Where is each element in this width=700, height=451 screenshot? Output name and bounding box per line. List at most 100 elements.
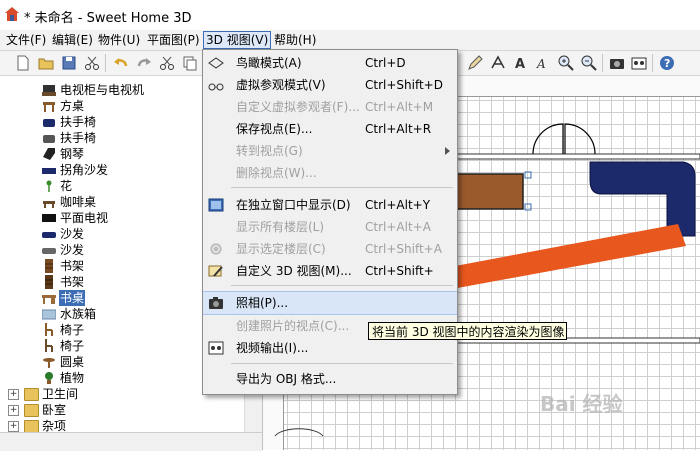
- menu-edit[interactable]: 编辑(E): [50, 32, 95, 48]
- corner-sofa-icon: [42, 168, 56, 174]
- svg-text:A: A: [536, 57, 546, 71]
- undo-icon[interactable]: [112, 54, 130, 72]
- menu-item-modify-3d-view[interactable]: 自定义 3D 视图(M)... Ctrl+Shift+: [203, 260, 457, 282]
- cut-icon[interactable]: [158, 54, 176, 72]
- menu-item-store-point-of-view[interactable]: 保存视点(E)... Ctrl+Alt+R: [203, 118, 457, 140]
- svg-text:?: ?: [664, 57, 670, 70]
- new-file-icon[interactable]: [14, 54, 32, 72]
- menu-bar: 文件(F) 编辑(E) 物件(U) 平面图(P) 3D 视图(V) 帮助(H): [0, 30, 700, 51]
- stair-icon: [274, 428, 324, 437]
- door-icon[interactable]: [532, 123, 596, 155]
- menu-item-label: 创建照片的视点(C)...: [236, 319, 350, 333]
- desk-furniture[interactable]: [450, 173, 524, 210]
- menu-item-label: 视频输出(I)...: [236, 341, 309, 355]
- menu-item-label: 自定义 3D 视图(M)...: [236, 264, 352, 278]
- catalog-category-bedroom[interactable]: + 卧室: [0, 402, 244, 418]
- pencil-icon[interactable]: [466, 54, 484, 72]
- window-title: * 未命名 - Sweet Home 3D: [24, 11, 192, 26]
- resize-handle[interactable]: [524, 203, 532, 211]
- armchair-icon: [43, 119, 55, 127]
- menu-item-label: 鸟瞰模式(A): [236, 56, 302, 70]
- tv-cabinet-icon: [42, 85, 56, 96]
- menu-item-label: 导出为 OBJ 格式...: [236, 372, 337, 386]
- catalog-item-label: 椅子: [60, 339, 85, 353]
- chair-icon: [45, 339, 53, 352]
- catalog-item-label: 咖啡桌: [60, 195, 97, 209]
- menu-item-label: 删除视点(W)...: [236, 166, 317, 180]
- virtual-visit-icon: [208, 83, 224, 91]
- shortcut-label: Ctrl+Alt+Y: [365, 198, 431, 212]
- menu-item-virtual-visit[interactable]: 虚拟参观模式(V) Ctrl+Shift+D: [203, 74, 457, 96]
- sofa-icon: [42, 248, 56, 254]
- menu-item-delete-points-of-view[interactable]: 删除视点(W)...: [203, 162, 457, 184]
- menu-item-label: 转到视点(G): [236, 144, 303, 158]
- camera-icon[interactable]: [608, 54, 626, 72]
- catalog-item-label: 扶手椅: [60, 131, 97, 145]
- baidu-watermark: Bai 经验: [540, 392, 623, 416]
- save-icon[interactable]: [60, 54, 78, 72]
- camera-icon: [209, 297, 223, 309]
- menu-item-label: 照相(P)...: [236, 296, 289, 310]
- open-folder-icon[interactable]: [37, 54, 55, 72]
- catalog-item-label: 电视柜与电视机: [60, 83, 145, 97]
- menu-3d-view[interactable]: 3D 视图(V): [203, 31, 272, 49]
- expand-icon[interactable]: +: [8, 405, 19, 416]
- text-size-icon[interactable]: A: [535, 54, 553, 72]
- menu-item-create-photo[interactable]: 照相(P)...: [203, 291, 457, 315]
- copy-icon[interactable]: [181, 54, 199, 72]
- menu-separator: [231, 187, 453, 188]
- modify-3d-icon: [208, 265, 223, 277]
- catalog-item-label: 扶手椅: [60, 115, 97, 129]
- catalog-item-label: 拐角沙发: [60, 163, 109, 177]
- expand-icon[interactable]: +: [8, 421, 19, 432]
- menu-separator: [231, 285, 453, 286]
- sweet-home-3d-app-icon[interactable]: [4, 6, 20, 22]
- menu-item-export-obj[interactable]: 导出为 OBJ 格式...: [203, 368, 457, 390]
- dimension-icon[interactable]: [489, 54, 507, 72]
- selected-level-icon: [210, 243, 222, 255]
- menu-item-display-all-levels[interactable]: 显示所有楼层(L) Ctrl+Alt+A: [203, 216, 457, 238]
- 3d-view-menu: 鸟瞰模式(A) Ctrl+D 虚拟参观模式(V) Ctrl+Shift+D 自定…: [202, 49, 458, 395]
- cut-icon[interactable]: [83, 54, 101, 72]
- bookshelf-icon: [45, 275, 53, 289]
- menu-item-label: 显示选定楼层(C): [236, 242, 326, 256]
- catalog-item-label: 钢琴: [60, 147, 85, 161]
- menu-item-display-in-separate-window[interactable]: 在独立窗口中显示(D) Ctrl+Alt+Y: [203, 194, 457, 216]
- shortcut-label: Ctrl+Alt+M: [365, 100, 434, 114]
- redo-icon[interactable]: [135, 54, 153, 72]
- toolbar-separator: [652, 54, 653, 72]
- catalog-item-label: 植物: [60, 371, 85, 385]
- menu-item-label: 显示所有楼层(L): [236, 220, 325, 234]
- menu-item-modify-visitor[interactable]: 自定义虚拟参观者(F)... Ctrl+Alt+M: [203, 96, 457, 118]
- catalog-item-label: 花: [60, 179, 73, 193]
- menu-item-label: 在独立窗口中显示(D): [236, 198, 351, 212]
- resize-handle[interactable]: [524, 171, 532, 179]
- catalog-item-label: 沙发: [60, 243, 85, 257]
- menu-help[interactable]: 帮助(H): [272, 32, 318, 48]
- zoom-out-icon[interactable]: [580, 54, 598, 72]
- aerial-view-icon: [208, 57, 224, 69]
- menu-item-display-selected-level[interactable]: 显示选定楼层(C) Ctrl+Shift+A: [203, 238, 457, 260]
- menu-item-label: 保存视点(E)...: [236, 122, 313, 136]
- catalog-item-label: 书架: [60, 259, 85, 273]
- zoom-in-icon[interactable]: [557, 54, 575, 72]
- menu-furniture[interactable]: 物件(U): [96, 32, 142, 48]
- tooltip: 将当前 3D 视图中的内容渲染为图像: [368, 322, 567, 340]
- catalog-horizontal-scrollbar[interactable]: [0, 432, 262, 451]
- menu-file[interactable]: 文件(F): [4, 32, 48, 48]
- expand-icon[interactable]: +: [8, 389, 19, 400]
- sofa-icon: [42, 232, 56, 238]
- menu-item-label: 自定义虚拟参观者(F)...: [236, 100, 360, 114]
- help-icon[interactable]: ?: [658, 54, 676, 72]
- flower-icon: [46, 180, 52, 192]
- menu-plan[interactable]: 平面图(P): [145, 32, 202, 48]
- text-icon[interactable]: A: [512, 54, 530, 72]
- flat-tv-icon: [42, 214, 56, 222]
- video-icon[interactable]: [630, 54, 648, 72]
- shortcut-label: Ctrl+Alt+A: [365, 220, 431, 234]
- menu-item-go-to-point-of-view[interactable]: 转到视点(G): [203, 140, 457, 162]
- menu-item-aerial-view[interactable]: 鸟瞰模式(A) Ctrl+D: [203, 52, 457, 74]
- shortcut-label: Ctrl+Shift+: [365, 264, 434, 278]
- shortcut-label: Ctrl+D: [365, 56, 406, 70]
- shortcut-label: Ctrl+Shift+A: [365, 242, 442, 256]
